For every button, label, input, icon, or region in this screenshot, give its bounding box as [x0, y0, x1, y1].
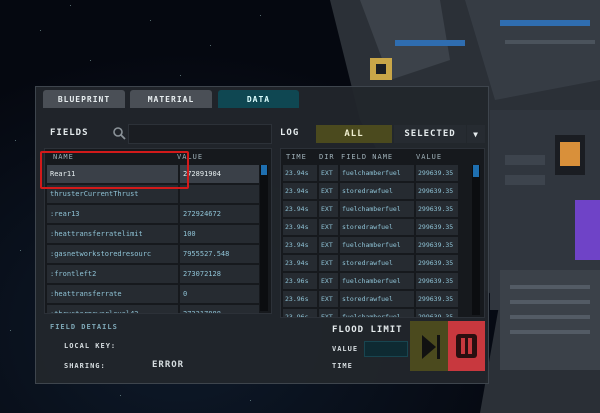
log-filter-all-button[interactable]: ALL [316, 125, 392, 143]
field-row[interactable]: :heattransferratelimit 100 [47, 225, 259, 243]
log-field: fuelchamberfuel [340, 201, 414, 217]
tab-material[interactable]: MATERIAL [130, 90, 212, 108]
field-row[interactable]: :heattransferrate 0 [47, 285, 259, 303]
log-value: 299639.35 [416, 219, 458, 235]
log-dir: EXT [319, 201, 338, 217]
selection-highlight [40, 151, 189, 189]
log-title: LOG [280, 128, 300, 138]
log-time: 23.94s [283, 201, 317, 217]
log-row[interactable]: 23.96s EXT fuelchamberfuel 299639.35 [283, 309, 460, 317]
log-scrollbar[interactable] [472, 165, 480, 315]
tab-data[interactable]: DATA [218, 90, 299, 108]
field-name: :gasnetworkstoredresourc [47, 245, 178, 263]
tab-blueprint[interactable]: BLUEPRINT [43, 90, 125, 108]
field-details-title: FIELD DETAILS [50, 323, 118, 331]
log-row[interactable]: 23.94s EXT fuelchamberfuel 299639.35 [283, 201, 460, 217]
log-row[interactable]: 23.96s EXT storedrawfuel 299639.35 [283, 291, 460, 307]
flood-limit-value-input[interactable] [364, 341, 408, 357]
log-row[interactable]: 23.94s EXT storedrawfuel 299639.35 [283, 219, 460, 235]
flood-limit-value-label: VALUE [332, 345, 359, 353]
log-time: 23.96s [283, 309, 317, 317]
log-row[interactable]: 23.96s EXT fuelchamberfuel 299639.35 [283, 273, 460, 289]
log-time: 23.94s [283, 183, 317, 199]
log-dir: EXT [319, 309, 338, 317]
fields-scrollbar-thumb[interactable] [261, 165, 267, 175]
column-header-time: TIME [286, 153, 307, 161]
log-dir: EXT [319, 219, 338, 235]
field-name: :heattransferrate [47, 285, 178, 303]
log-dir: EXT [319, 237, 338, 253]
local-key-label: LOCAL KEY: [64, 342, 117, 350]
log-time: 23.96s [283, 273, 317, 289]
field-value [180, 185, 259, 203]
log-scrollbar-thumb[interactable] [473, 165, 479, 177]
log-field: fuelchamberfuel [340, 237, 414, 253]
log-dir: EXT [319, 165, 338, 181]
search-icon[interactable] [112, 126, 126, 140]
field-row[interactable]: :thrusterpowerlevel43 273317888 [47, 305, 259, 313]
log-row[interactable]: 23.94s EXT storedrawfuel 299639.35 [283, 183, 460, 199]
pause-icon [456, 334, 477, 358]
field-value: 273317888 [180, 305, 259, 313]
log-time: 23.94s [283, 237, 317, 253]
field-value: 273072128 [180, 265, 259, 283]
flood-limit-time-label: TIME [332, 362, 353, 370]
pause-button[interactable] [448, 321, 485, 371]
log-value: 299639.35 [416, 165, 458, 181]
field-search-input[interactable] [128, 124, 272, 144]
sharing-value: ERROR [152, 360, 185, 370]
log-dir: EXT [319, 273, 338, 289]
column-header-field-name: FIELD NAME [341, 153, 394, 161]
log-time: 23.94s [283, 165, 317, 181]
log-filter-selected-button[interactable]: SELECTED [394, 125, 466, 143]
log-list: TIME DIR FIELD NAME VALUE 23.94s EXT fue… [280, 148, 485, 318]
log-field: storedrawfuel [340, 219, 414, 235]
log-field: fuelchamberfuel [340, 309, 414, 317]
log-dir: EXT [319, 291, 338, 307]
log-row[interactable]: 23.94s EXT storedrawfuel 299639.35 [283, 255, 460, 271]
log-row[interactable]: 23.94s EXT fuelchamberfuel 299639.35 [283, 237, 460, 253]
field-value: 272924672 [180, 205, 259, 223]
flood-limit-title: FLOOD LIMIT [332, 325, 403, 335]
chevron-down-icon[interactable]: ▼ [467, 125, 485, 143]
field-name: :frontleft2 [47, 265, 178, 283]
log-value: 299639.35 [416, 237, 458, 253]
field-name: :thrusterpowerlevel43 [47, 305, 178, 313]
log-time: 23.94s [283, 219, 317, 235]
play-step-icon [422, 335, 440, 359]
field-row[interactable]: :rear13 272924672 [47, 205, 259, 223]
log-field: storedrawfuel [340, 291, 414, 307]
column-header-value: VALUE [416, 153, 443, 161]
log-value: 299639.35 [416, 183, 458, 199]
log-dir: EXT [319, 183, 338, 199]
log-value: 299639.35 [416, 201, 458, 217]
field-name: :rear13 [47, 205, 178, 223]
log-value: 299639.35 [416, 309, 458, 317]
log-field: fuelchamberfuel [340, 273, 414, 289]
log-field: storedrawfuel [340, 183, 414, 199]
field-value: 100 [180, 225, 259, 243]
log-time: 23.96s [283, 291, 317, 307]
field-value: 7955527.548 [180, 245, 259, 263]
log-row[interactable]: 23.94s EXT fuelchamberfuel 299639.35 [283, 165, 460, 181]
field-row[interactable]: :gasnetworkstoredresourc 7955527.548 [47, 245, 259, 263]
field-name: :heattransferratelimit [47, 225, 178, 243]
log-field: storedrawfuel [340, 255, 414, 271]
field-value: 272891904 [180, 165, 259, 183]
sharing-label: SHARING: [64, 362, 106, 370]
field-value: 0 [180, 285, 259, 303]
play-step-button[interactable] [410, 321, 448, 371]
fields-title: FIELDS [50, 128, 89, 138]
fields-scrollbar[interactable] [260, 165, 268, 311]
log-field: fuelchamberfuel [340, 165, 414, 181]
log-time: 23.94s [283, 255, 317, 271]
field-row[interactable]: :frontleft2 273072128 [47, 265, 259, 283]
log-value: 299639.35 [416, 255, 458, 271]
log-value: 299639.35 [416, 273, 458, 289]
column-header-dir: DIR [319, 153, 335, 161]
log-value: 299639.35 [416, 291, 458, 307]
log-dir: EXT [319, 255, 338, 271]
